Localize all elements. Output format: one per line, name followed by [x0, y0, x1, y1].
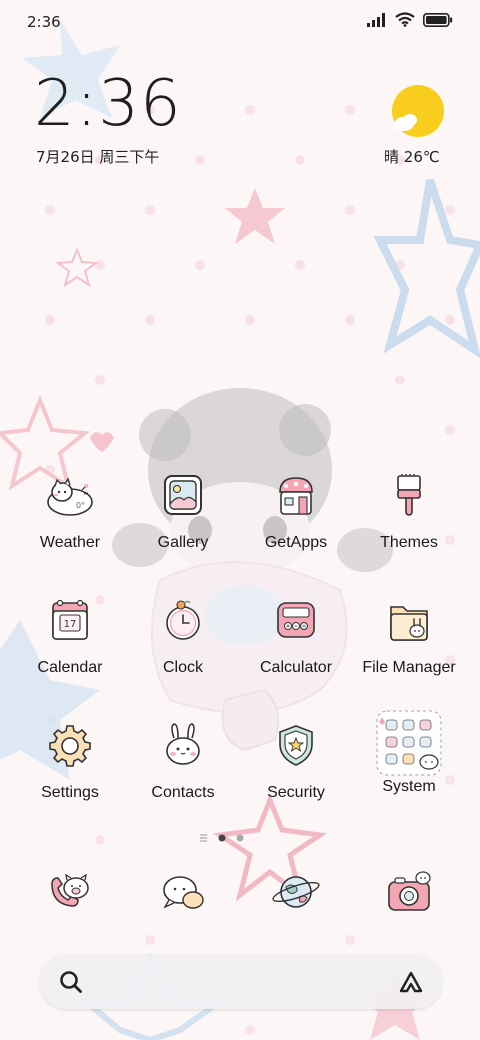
phone-pig-icon [40, 862, 100, 922]
calendar-day: 17 [64, 619, 77, 630]
gallery-icon [153, 466, 213, 526]
app-settings[interactable]: Settings [10, 716, 130, 802]
app-system[interactable]: System [349, 710, 469, 796]
app-label: Security [267, 784, 325, 801]
assistant-icon[interactable] [398, 969, 424, 999]
app-clock[interactable]: Clock [123, 591, 243, 677]
app-security[interactable]: Security [236, 716, 356, 802]
app-themes[interactable]: Themes [349, 466, 469, 552]
page-indicator[interactable] [0, 829, 480, 842]
wifi-icon [395, 12, 415, 27]
app-weather[interactable]: 0° Weather [10, 466, 130, 552]
app-gallery[interactable]: Gallery [123, 466, 243, 552]
app-label: System [382, 778, 436, 795]
search-bar[interactable] [40, 955, 442, 1009]
signal-icon [367, 12, 385, 27]
status-bar: 2:36 [0, 0, 480, 42]
clock-icon [153, 591, 213, 651]
app-label: File Manager [362, 659, 456, 676]
planet-icon [266, 862, 326, 922]
app-calculator[interactable]: Calculator [236, 591, 356, 677]
weather-text[interactable]: 晴 26℃ [384, 146, 440, 167]
weather-condition: 晴 [384, 148, 400, 166]
clock-widget-date[interactable]: 7月26日 周三下午 [36, 146, 159, 167]
battery-icon [423, 12, 453, 27]
app-contacts[interactable]: Contacts [123, 716, 243, 802]
gear-icon [40, 716, 100, 776]
app-label: Gallery [157, 534, 209, 551]
weather-cat-icon: 0° [40, 466, 100, 526]
menu-lines-icon [200, 834, 207, 842]
app-label: Calendar [37, 659, 103, 676]
app-label: Weather [39, 534, 101, 551]
sun-cloud-icon [392, 85, 444, 137]
search-icon[interactable] [58, 969, 84, 999]
svg-text:0°: 0° [76, 501, 85, 510]
calculator-icon [266, 591, 326, 651]
camera-icon [379, 862, 439, 922]
shield-icon [266, 716, 326, 776]
app-label: Settings [41, 784, 99, 801]
weather-temperature: 26℃ [403, 148, 440, 166]
app-calendar[interactable]: 17 Calendar [10, 591, 130, 677]
store-icon [266, 466, 326, 526]
app-label: Calculator [259, 659, 333, 676]
chat-bubble-icon [153, 862, 213, 922]
dock-messages[interactable] [123, 862, 243, 922]
weather-widget[interactable] [386, 84, 450, 144]
dock [0, 862, 480, 932]
status-time: 2:36 [27, 13, 61, 31]
app-label: Themes [380, 534, 438, 551]
status-icons [367, 12, 453, 27]
calendar-icon: 17 [40, 591, 100, 651]
dock-browser[interactable] [236, 862, 356, 922]
folder-grid-icon [374, 708, 444, 778]
bunny-icon [153, 716, 213, 776]
clock-widget-time[interactable]: 2:36 [34, 72, 182, 136]
page-dot-active [218, 834, 226, 842]
app-label: GetApps [264, 534, 328, 551]
app-getapps[interactable]: GetApps [236, 466, 356, 552]
folder-icon [379, 591, 439, 651]
paintbrush-icon [379, 466, 439, 526]
app-label: Contacts [151, 784, 215, 801]
page-dot [236, 834, 244, 842]
dock-phone[interactable] [10, 862, 130, 922]
app-file-manager[interactable]: File Manager [349, 591, 469, 677]
dock-camera[interactable] [349, 862, 469, 922]
app-label: Clock [162, 659, 203, 676]
